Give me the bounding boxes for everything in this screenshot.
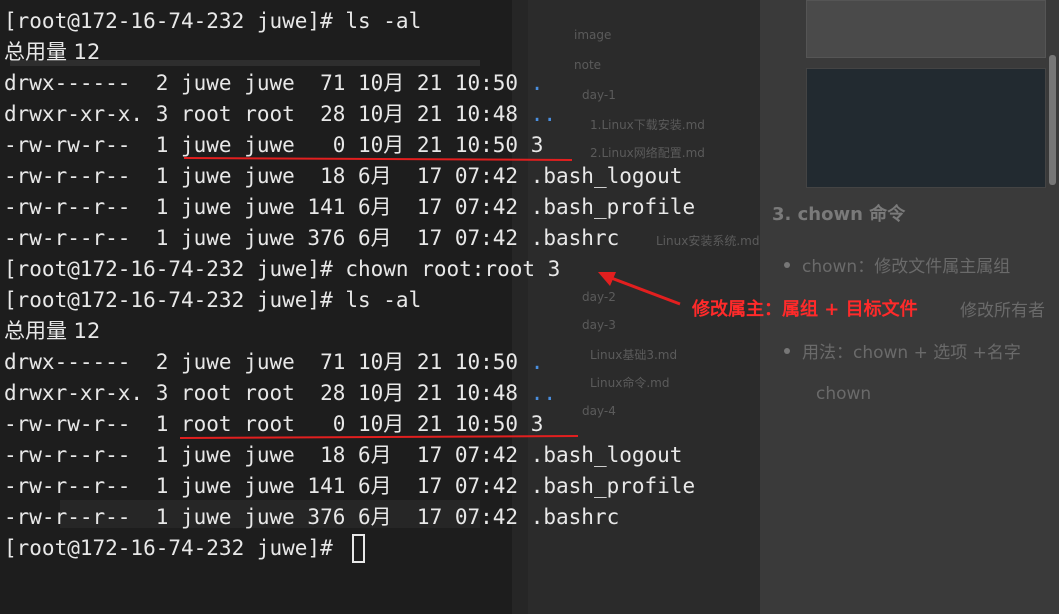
directory-name: ..: [530, 102, 557, 126]
listing-row: -rw-r--r-- 1 juwe juwe 376 6月 17 07:42 .…: [4, 505, 620, 529]
listing-row: drwx------ 2 juwe juwe 71 10月 21 10:50 .: [4, 68, 543, 98]
doc-list-item: 用法：chown + 选项 +名字: [802, 343, 1021, 363]
doc-heading: 3. chown 命令: [772, 204, 906, 225]
prompt-line: [root@172-16-74-232 juwe]# ls -al: [4, 9, 422, 33]
listing-row: drwxr-xr-x. 3 root root 28 10月 21 10:48 …: [4, 378, 556, 408]
listing-row-meta: drwx------ 2 juwe juwe 71 10月 21 10:50: [4, 350, 531, 374]
annotation-arrow-icon: [598, 272, 681, 306]
directory-name: ..: [530, 381, 557, 405]
terminal-window[interactable]: [root@172-16-74-232 juwe]# ls -al 总用量 12…: [0, 0, 695, 614]
tree-item: 1.Linux下载安装.md: [590, 118, 705, 132]
annotation-label: 修改属主：属组 + 目标文件: [692, 299, 918, 320]
background-scrollbar: [1049, 55, 1056, 185]
listing-row: -rw-r--r-- 1 juwe juwe 141 6月 17 07:42 .…: [4, 474, 696, 498]
listing-row: drwx------ 2 juwe juwe 71 10月 21 10:50 .: [4, 347, 543, 377]
doc-list-item: chown：修改文件属主属组: [802, 257, 1011, 277]
arrow-shaft: [605, 274, 681, 306]
tree-item: Linux命令.md: [590, 376, 670, 390]
directory-name: .: [530, 350, 544, 374]
prompt-line: [root@172-16-74-232 juwe]#: [4, 536, 346, 560]
listing-row: drwxr-xr-x. 3 root root 28 10月 21 10:48 …: [4, 99, 556, 129]
tree-item: Linux基础3.md: [590, 348, 678, 362]
listing-row-meta: drwxr-xr-x. 3 root root 28 10月 21 10:48: [4, 102, 531, 126]
listing-row-meta: drwxr-xr-x. 3 root root 28 10月 21 10:48: [4, 381, 531, 405]
text-cursor[interactable]: [352, 534, 365, 563]
listing-row: -rw-rw-r-- 1 juwe juwe 0 10月 21 10:50 3: [4, 133, 544, 157]
tree-item: 2.Linux网络配置.md: [590, 146, 705, 160]
listing-row: -rw-rw-r-- 1 root root 0 10月 21 10:50 3: [4, 412, 544, 436]
listing-row-meta: drwx------ 2 juwe juwe 71 10月 21 10:50: [4, 71, 531, 95]
output-line: 总用量 12: [4, 319, 101, 343]
output-line: 总用量 12: [4, 40, 101, 64]
listing-row: -rw-r--r-- 1 juwe juwe 18 6月 17 07:42 .b…: [4, 164, 683, 188]
background-image-thumbnail: [806, 68, 1046, 188]
listing-row: -rw-r--r-- 1 juwe juwe 141 6月 17 07:42 .…: [4, 195, 696, 219]
tree-item: Linux安装系统.md: [656, 234, 760, 248]
doc-list-item: 修改所有者: [960, 301, 1045, 321]
prompt-line: [root@172-16-74-232 juwe]# chown root:ro…: [4, 257, 561, 281]
prompt-line: [root@172-16-74-232 juwe]# ls -al: [4, 288, 422, 312]
background-image-thumbnail: [806, 0, 1046, 58]
directory-name: .: [530, 71, 544, 95]
bullet-dot: [784, 262, 790, 268]
listing-row: -rw-r--r-- 1 juwe juwe 376 6月 17 07:42 .…: [4, 226, 620, 250]
doc-list-item: chown: [816, 384, 872, 404]
bullet-dot: [784, 348, 790, 354]
listing-row: -rw-r--r-- 1 juwe juwe 18 6月 17 07:42 .b…: [4, 443, 683, 467]
